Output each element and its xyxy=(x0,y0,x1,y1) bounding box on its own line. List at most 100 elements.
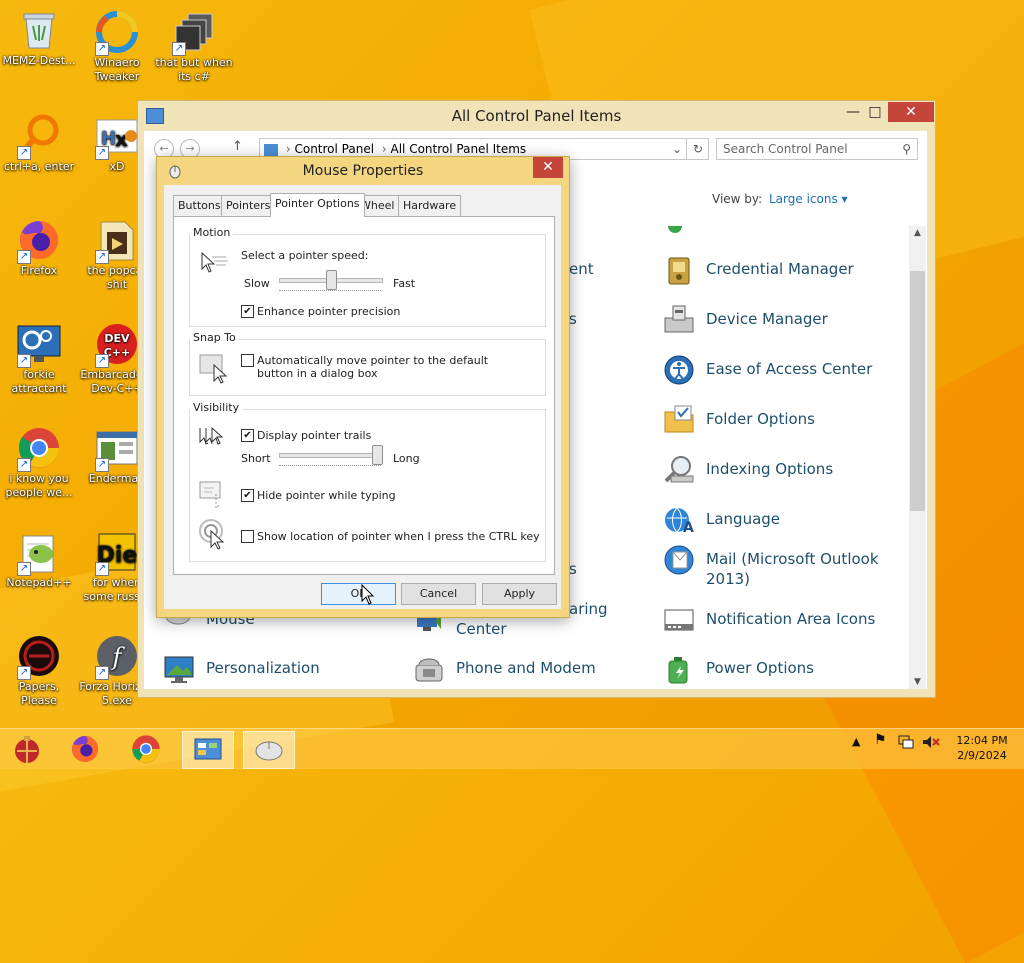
apply-button[interactable]: Apply xyxy=(482,583,557,605)
long-label: Long xyxy=(393,452,420,465)
svg-text:DEV: DEV xyxy=(104,332,130,345)
devcpp-icon: DEV C++ ↗ xyxy=(93,322,141,368)
dialog-close-button[interactable]: ✕ xyxy=(533,157,563,178)
pointer-trails-icon xyxy=(199,426,224,445)
scrollbar-thumb[interactable] xyxy=(910,271,925,511)
snap-to-group: Snap To Automatically move pointer to th… xyxy=(189,331,546,396)
cp-item-mail[interactable]: Mail (Microsoft Outlook 2013) xyxy=(664,545,927,589)
cp-item-partial[interactable]: aring xyxy=(569,599,608,619)
snap-button-icon xyxy=(199,354,228,384)
view-by-dropdown[interactable]: Large icons ▾ xyxy=(769,192,848,206)
desktop-icon-papers-please[interactable]: ↗ Papers, Please xyxy=(0,632,78,708)
up-button[interactable]: ↑ xyxy=(232,139,243,154)
desktop-icon-label: MEMZ-Dest... xyxy=(2,54,76,67)
cp-item-partial[interactable]: s xyxy=(569,559,577,579)
desktop-icon-csharp[interactable]: ↗ that but when its c# xyxy=(155,8,233,84)
desktop-icon-label: xD xyxy=(109,160,125,173)
desktop-icon-label: forkie attractant xyxy=(11,368,67,395)
notepadpp-icon: ↗ xyxy=(15,530,63,576)
mouse-dialog-body: Buttons Pointers Pointer Options Wheel H… xyxy=(164,185,561,609)
taskbar-chrome-icon[interactable] xyxy=(121,731,171,767)
search-input[interactable]: Search Control Panel ⚲ xyxy=(716,138,918,160)
network-tray-icon[interactable] xyxy=(898,735,914,752)
trails-slider-ticks xyxy=(279,465,381,470)
hide-pointer-icon xyxy=(199,481,221,510)
vertical-scrollbar[interactable]: ▲ ▼ xyxy=(909,226,926,689)
hide-pointer-label: Hide pointer while typing xyxy=(257,489,396,502)
trails-slider-thumb[interactable] xyxy=(372,445,383,465)
snap-to-checkbox[interactable] xyxy=(241,354,254,367)
clock-time: 12:04 PM xyxy=(956,734,1008,747)
pointer-trails-checkbox[interactable]: ✔ xyxy=(241,429,254,442)
short-label: Short xyxy=(241,452,271,465)
cp-item-phone-modem[interactable]: Phone and Modem xyxy=(415,658,596,682)
search-icon[interactable]: ⚲ xyxy=(902,139,911,159)
scroll-up-arrow-icon[interactable]: ▲ xyxy=(909,228,926,238)
ok-button[interactable]: OK xyxy=(321,583,396,605)
cp-item-credential-manager[interactable]: Credential Manager xyxy=(668,257,854,285)
motion-legend: Motion xyxy=(190,226,234,239)
desktop-icon-label: i know you people we... xyxy=(5,472,73,499)
volume-muted-icon[interactable] xyxy=(922,735,940,752)
language-icon: A xyxy=(665,507,694,536)
start-ornament-icon[interactable] xyxy=(2,731,52,767)
cp-item-power-options[interactable]: Power Options xyxy=(668,657,814,684)
cp-item-indexing-options[interactable]: Indexing Options xyxy=(664,456,833,483)
snap-to-label: Automatically move pointer to the defaul… xyxy=(257,354,489,380)
recycle-bin-icon xyxy=(15,8,63,52)
ctrl-locate-checkbox[interactable] xyxy=(241,530,254,543)
desktop-icon-label: Firefox xyxy=(20,264,58,277)
slow-label: Slow xyxy=(244,277,270,290)
cp-item-language[interactable]: Language A xyxy=(665,507,780,536)
tab-pointers[interactable]: Pointers xyxy=(221,195,276,216)
speed-slider-thumb[interactable] xyxy=(325,270,337,290)
desktop-icon-notepadpp[interactable]: ↗ Notepad++ xyxy=(0,528,78,590)
mouse-cursor-icon xyxy=(361,584,375,605)
taskbar-firefox-icon[interactable] xyxy=(60,731,110,767)
taskbar-clock[interactable]: 12:04 PM 2/9/2024 xyxy=(950,733,1014,763)
hide-pointer-checkbox[interactable]: ✔ xyxy=(241,489,254,502)
breadcrumb-all-items[interactable]: All Control Panel Items xyxy=(391,142,527,156)
item-icon-partial xyxy=(668,223,682,233)
view-by-label: View by: xyxy=(712,192,763,206)
desktop-icon-ctrl-a[interactable]: ↗ ctrl+a, enter xyxy=(0,112,78,174)
maximize-button[interactable]: □ xyxy=(860,102,890,122)
cp-item-ease-of-access[interactable]: Ease of Access Center xyxy=(664,355,872,385)
hxd-icon: Hx ↗ xyxy=(93,114,141,160)
cp-item-notification-area-icons[interactable]: Notification Area Icons xyxy=(664,609,875,631)
tab-buttons[interactable]: Buttons xyxy=(173,195,226,216)
control-panel-small-icon xyxy=(264,143,278,156)
chevron-down-icon[interactable]: ⌄ xyxy=(672,139,682,159)
taskbar-control-panel-icon[interactable] xyxy=(182,731,234,769)
cp-item-network-center[interactable]: Center xyxy=(456,619,507,639)
breadcrumb-control-panel[interactable]: Control Panel xyxy=(294,142,374,156)
desktop-icon-memz[interactable]: MEMZ-Dest... xyxy=(0,6,78,68)
desktop-icon-firefox[interactable]: ↗ Firefox xyxy=(0,216,78,278)
firefox-icon: ↗ xyxy=(15,218,63,264)
control-panel-title: All Control Panel Items xyxy=(451,107,622,125)
die-icon: Die ↗ xyxy=(93,530,141,576)
enhance-precision-checkbox[interactable]: ✔ xyxy=(241,305,254,318)
desktop-icon-chrome[interactable]: ↗ i know you people we... xyxy=(0,424,78,500)
action-center-flag-icon[interactable]: ⚑ xyxy=(874,732,887,748)
ctrl-locate-label: Show location of pointer when I press th… xyxy=(257,530,540,543)
cp-item-folder-options[interactable]: Folder Options xyxy=(664,405,815,433)
search-placeholder: Search Control Panel xyxy=(723,142,848,156)
pointer-trails-label: Display pointer trails xyxy=(257,429,372,442)
cp-item-device-manager[interactable]: Device Manager xyxy=(664,305,828,333)
taskbar-mouse-icon[interactable] xyxy=(243,731,295,769)
refresh-icon[interactable]: ↻ xyxy=(686,139,709,159)
cancel-button[interactable]: Cancel xyxy=(401,583,476,605)
show-hidden-icons-icon[interactable]: ▲ xyxy=(852,735,860,748)
flash-icon: f ↗ xyxy=(93,634,141,680)
cp-item-partial[interactable]: s xyxy=(569,309,577,329)
tab-pointer-options[interactable]: Pointer Options xyxy=(270,193,365,217)
close-button[interactable]: ✕ xyxy=(888,102,934,122)
pointer-options-panel: Motion Select a pointer speed: Slow Fast… xyxy=(173,216,555,575)
tab-hardware[interactable]: Hardware xyxy=(398,195,462,216)
cp-item-partial[interactable]: ent xyxy=(569,259,594,279)
desktop-icon-winaero[interactable]: ↗ Winaero Tweaker xyxy=(78,8,156,84)
cp-item-personalization[interactable]: Personalization xyxy=(164,656,320,683)
scroll-down-arrow-icon[interactable]: ▼ xyxy=(909,677,926,687)
desktop-icon-forkie[interactable]: ↗ forkie attractant xyxy=(0,320,78,396)
